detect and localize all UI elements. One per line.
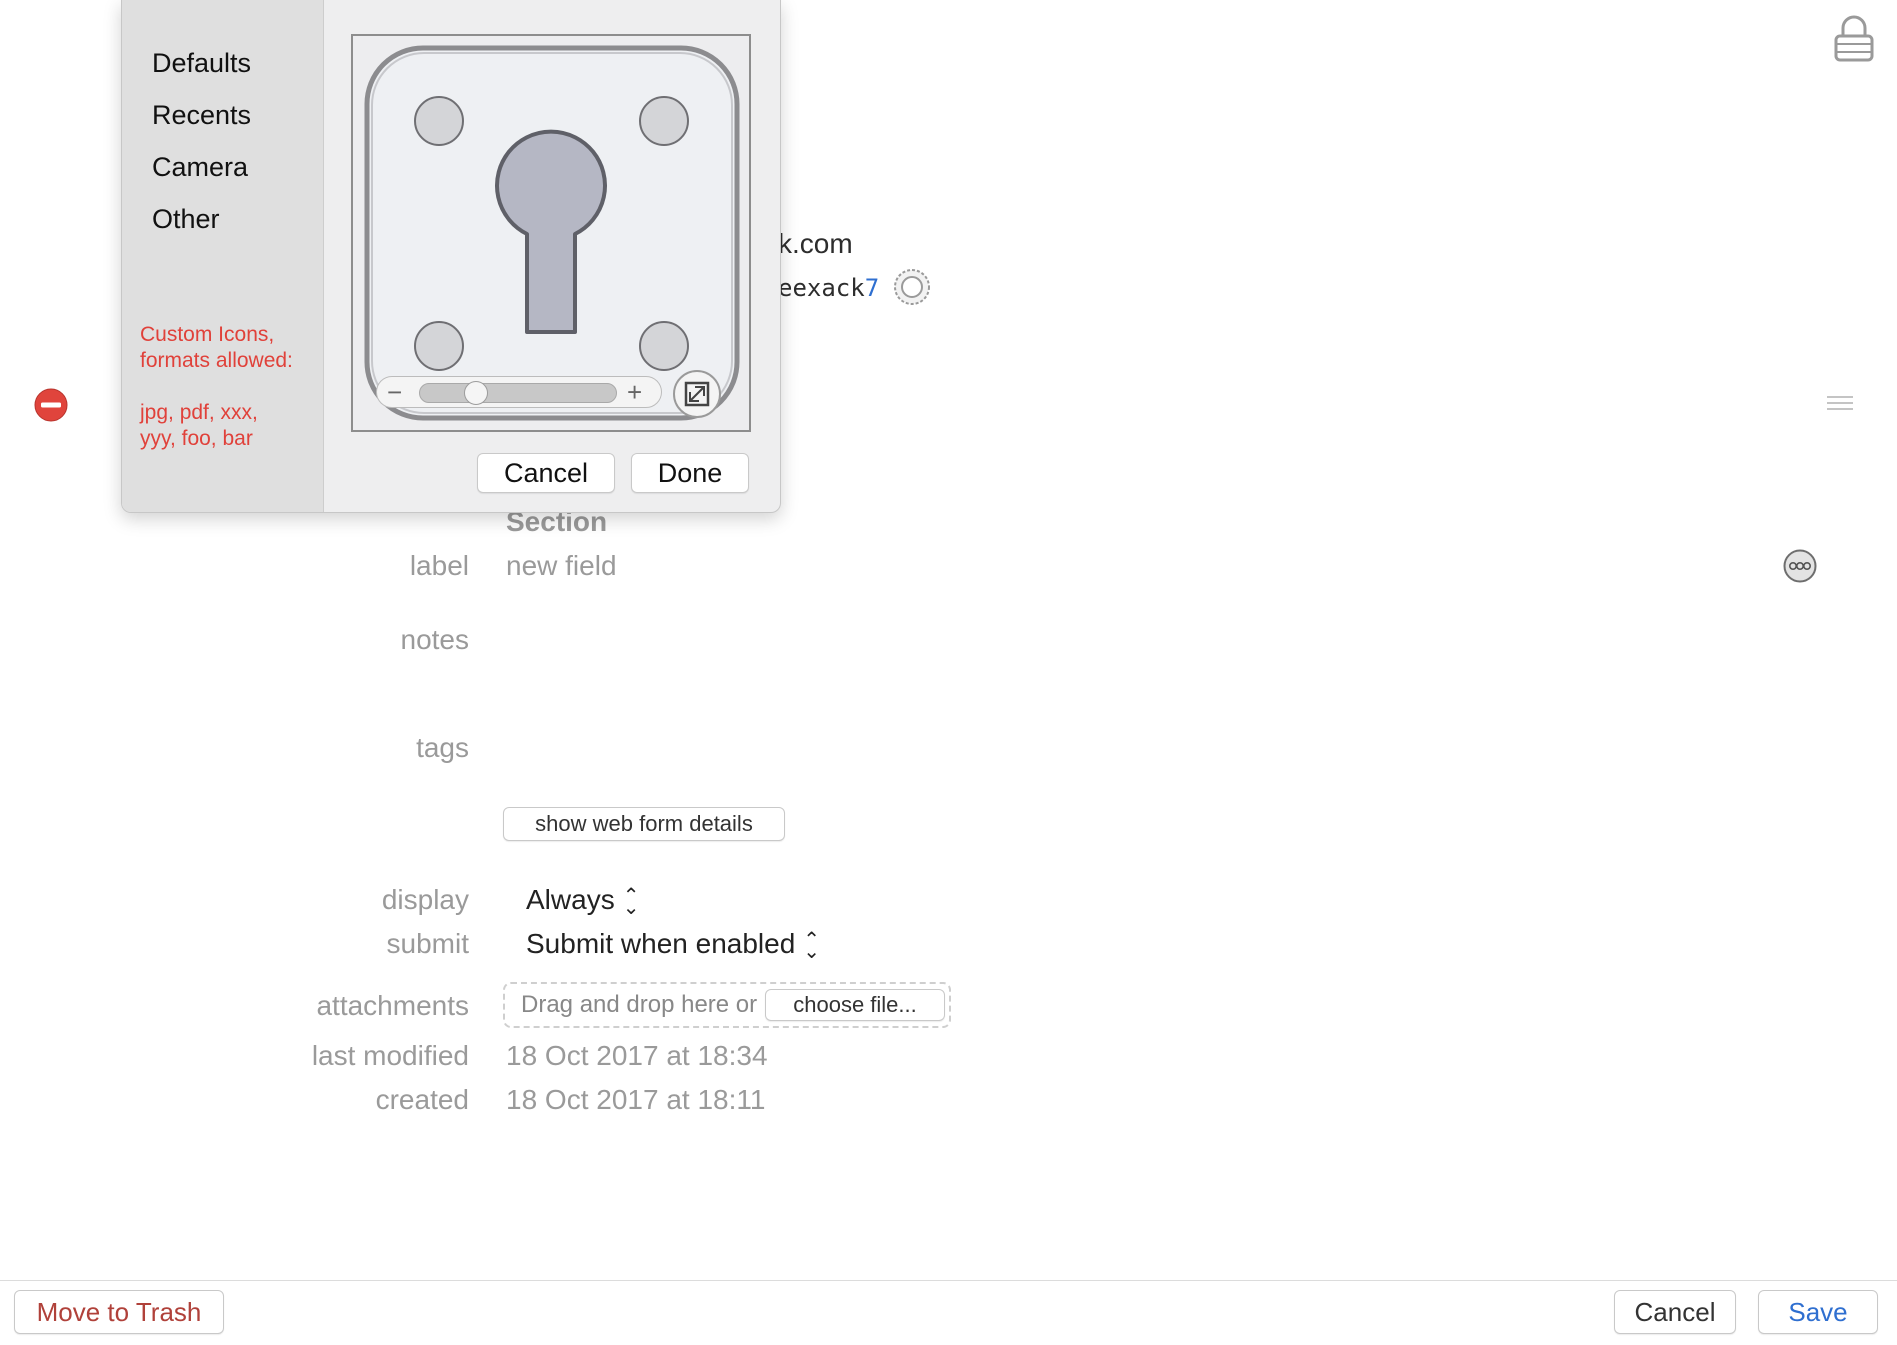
field-value[interactable]: new field [506, 550, 617, 582]
zoom-in-button[interactable]: + [627, 378, 642, 406]
custom-icons-note-line4: yyy, foo, bar [140, 427, 253, 450]
dropzone-text: Drag and drop here or [521, 991, 758, 1018]
cancel-button[interactable]: Cancel [1614, 1290, 1736, 1334]
attachments-dropzone[interactable]: Drag and drop here or choose file... [503, 982, 951, 1028]
save-button[interactable]: Save [1758, 1290, 1878, 1334]
custom-icons-note-line3: jpg, pdf, xxx, [140, 401, 258, 424]
submit-label: submit [386, 928, 469, 959]
custom-icons-note-line1: Custom Icons, [140, 323, 275, 346]
icon-picker-popover: Defaults Recents Camera Other Custom Ico… [121, 0, 781, 513]
up-down-chevron-icon: ⌃ ⌄ [622, 884, 640, 919]
submit-popup[interactable]: Submit when enabled ⌃ ⌄ [526, 928, 821, 963]
password-letters: eexack [778, 274, 865, 302]
zoom-slider-knob[interactable] [463, 381, 488, 405]
display-value: Always [526, 884, 615, 915]
password-digit: 7 [864, 274, 880, 302]
tags-label: tags [416, 732, 469, 763]
zoom-control: − + [376, 376, 662, 408]
sidebar-item-recents[interactable]: Recents [152, 100, 251, 131]
password-value[interactable]: eexack7 [778, 274, 879, 302]
field-label: label [409, 550, 469, 581]
custom-icons-note-line2: formats allowed: [140, 349, 293, 372]
sidebar-item-other[interactable]: Other [152, 204, 220, 235]
created-value: 18 Oct 2017 at 18:11 [506, 1084, 766, 1115]
zoom-slider[interactable] [419, 381, 617, 405]
move-to-trash-button[interactable]: Move to Trash [14, 1290, 224, 1334]
notes-field[interactable] [506, 612, 1706, 672]
zoom-out-button[interactable]: − [387, 378, 402, 406]
password-generator-icon[interactable] [893, 268, 931, 306]
picker-done-button[interactable]: Done [631, 453, 749, 493]
lock-icon[interactable] [1832, 14, 1876, 62]
attachments-label: attachments [316, 990, 469, 1021]
fit-to-frame-icon[interactable] [673, 370, 721, 418]
sidebar-item-defaults[interactable]: Defaults [152, 48, 251, 79]
submit-value: Submit when enabled [526, 928, 796, 959]
created-label: created [375, 1084, 469, 1115]
last-modified-value: 18 Oct 2017 at 18:34 [506, 1040, 768, 1071]
display-label: display [381, 884, 469, 915]
drag-handle-icon[interactable] [1826, 394, 1854, 412]
icon-picker-sidebar: Defaults Recents Camera Other Custom Ico… [122, 0, 324, 512]
sidebar-item-camera[interactable]: Camera [152, 152, 248, 183]
remove-field-icon[interactable] [34, 388, 68, 422]
display-popup[interactable]: Always ⌃ ⌄ [526, 884, 640, 919]
website-value[interactable]: k.com [778, 228, 853, 260]
picker-cancel-button[interactable]: Cancel [477, 453, 615, 493]
more-options-icon[interactable] [1783, 549, 1817, 583]
choose-file-button[interactable]: choose file... [765, 989, 945, 1021]
last-modified-label: last modified [311, 1040, 469, 1071]
tags-field[interactable] [506, 720, 1706, 764]
show-web-form-details-button[interactable]: show web form details [503, 807, 785, 841]
bottom-toolbar: Move to Trash Cancel Save [0, 1280, 1897, 1345]
up-down-chevron-icon: ⌃ ⌄ [803, 928, 821, 963]
notes-label: notes [400, 624, 470, 655]
